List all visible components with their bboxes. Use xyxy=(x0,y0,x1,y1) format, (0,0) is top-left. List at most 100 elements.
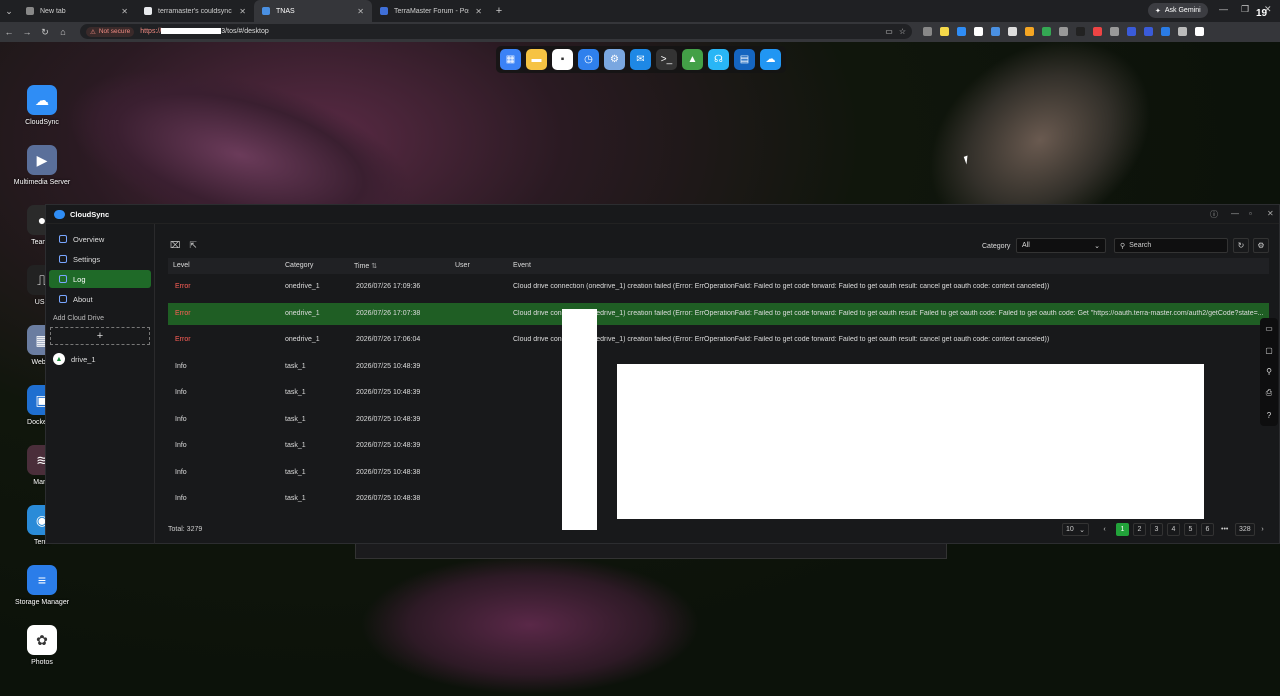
new-tab-button[interactable]: + xyxy=(490,5,508,17)
search-icon[interactable]: ⚲ xyxy=(1266,367,1272,376)
security-badge[interactable]: ⚠ Not secure xyxy=(86,26,135,37)
tab-close-icon[interactable]: ✕ xyxy=(121,7,128,16)
browser-tab[interactable]: New tab ✕ xyxy=(18,0,136,22)
extension-icon[interactable] xyxy=(1144,27,1153,36)
sync-icon[interactable]: ▲ xyxy=(682,49,703,70)
desktop-icon[interactable]: ☁ CloudSync xyxy=(2,85,82,126)
extension-icon[interactable] xyxy=(1178,27,1187,36)
maximize-icon[interactable]: ▫ xyxy=(1249,209,1252,218)
desktop-icon[interactable]: ✿ Photos xyxy=(2,625,82,666)
column-level[interactable]: Level xyxy=(173,262,190,269)
column-event[interactable]: Event xyxy=(513,262,531,269)
bookmark-star-icon[interactable]: ☆ xyxy=(899,27,906,36)
category-select[interactable]: All ⌄ xyxy=(1016,238,1106,253)
tab-menu-icon[interactable]: ⌄ xyxy=(0,6,18,17)
extension-icon[interactable] xyxy=(1042,27,1051,36)
storage-icon[interactable]: ▤ xyxy=(734,49,755,70)
ask-gemini-label: Ask Gemini xyxy=(1164,7,1201,14)
column-time[interactable]: Time ⇅ xyxy=(354,262,377,270)
extension-icon[interactable] xyxy=(1127,27,1136,36)
extension-icon[interactable] xyxy=(1195,27,1204,36)
control-panel-icon[interactable]: ▦ xyxy=(500,49,521,70)
sidebar-item-about[interactable]: About xyxy=(49,290,151,308)
extension-icon[interactable] xyxy=(1025,27,1034,36)
minimize-icon[interactable]: — xyxy=(1231,209,1239,218)
cloudsync-icon: ☁ xyxy=(27,85,57,115)
desktop-icon[interactable]: ≡ Storage Manager xyxy=(2,565,82,606)
notes-icon[interactable]: ▬ xyxy=(526,49,547,70)
extension-icon[interactable] xyxy=(923,27,932,36)
table-row[interactable]: Error onedrive_1 2026/07/26 17:06:04 Cloud … xyxy=(168,329,1269,351)
sidebar-item-settings[interactable]: Settings xyxy=(49,250,151,268)
ask-gemini-button[interactable]: ✦ Ask Gemini xyxy=(1148,3,1208,18)
sidebar-item-log[interactable]: Log xyxy=(49,270,151,288)
log-settings-button[interactable]: ⚙ xyxy=(1253,238,1269,253)
print-icon[interactable]: ⎙ xyxy=(1266,388,1272,398)
about-icon xyxy=(59,295,67,303)
level-cell: Info xyxy=(175,362,187,370)
extension-icon[interactable] xyxy=(957,27,966,36)
help-icon[interactable]: ⓘ xyxy=(1210,209,1218,220)
table-row[interactable]: Error onedrive_1 2026/07/26 17:07:38 Cloud … xyxy=(168,302,1269,325)
window-titlebar[interactable]: CloudSync xyxy=(46,205,1279,224)
page-button[interactable]: 5 xyxy=(1184,523,1197,536)
column-user[interactable]: User xyxy=(455,262,470,269)
sidebar-item-overview[interactable]: Overview xyxy=(49,230,151,248)
browser-tab[interactable]: terramaster's couldsync refuses ✕ xyxy=(136,0,254,22)
restore-browser-icon[interactable]: ❐ xyxy=(1241,4,1249,15)
drive-label: drive_1 xyxy=(71,354,96,364)
mail-icon[interactable]: ✉ xyxy=(630,49,651,70)
page-button[interactable]: 6 xyxy=(1201,523,1214,536)
tab-close-icon[interactable]: ✕ xyxy=(475,7,482,16)
backup-icon[interactable]: ◷ xyxy=(578,49,599,70)
column-time-label: Time xyxy=(354,263,370,270)
extension-icon[interactable] xyxy=(974,27,983,36)
terminal-icon[interactable]: >_ xyxy=(656,49,677,70)
page-button[interactable]: 4 xyxy=(1167,523,1180,536)
address-bar[interactable]: ⚠ Not secure https:// 3/tos/#/desktop ▭ ☆ xyxy=(80,24,912,39)
extension-icon[interactable] xyxy=(1008,27,1017,36)
settings-icon[interactable]: ⚙ xyxy=(604,49,625,70)
close-icon[interactable]: ✕ xyxy=(1267,209,1274,218)
message-icon[interactable]: ▭ xyxy=(1265,324,1273,333)
tab-close-icon[interactable]: ✕ xyxy=(357,7,364,16)
extension-icon[interactable] xyxy=(940,27,949,36)
prev-page-icon[interactable]: ‹ xyxy=(1098,523,1111,536)
back-icon[interactable]: ← xyxy=(0,27,18,37)
tab-close-icon[interactable]: ✕ xyxy=(239,7,246,16)
support-icon[interactable]: ☊ xyxy=(708,49,729,70)
table-row[interactable]: Error onedrive_1 2026/07/26 17:09:36 Cloud … xyxy=(168,276,1269,298)
home-icon[interactable]: ⌂ xyxy=(54,27,72,37)
page-button[interactable]: 3 xyxy=(1150,523,1163,536)
add-cloud-drive-button[interactable]: + xyxy=(50,327,150,345)
reload-icon[interactable]: ↻ xyxy=(36,27,54,38)
forward-icon[interactable]: → xyxy=(18,27,36,37)
clear-log-icon[interactable]: ⌧ xyxy=(170,240,180,251)
browser-tab[interactable]: TerraMaster Forum - Post a new ✕ xyxy=(372,0,490,22)
column-category[interactable]: Category xyxy=(285,262,313,269)
extension-icon[interactable] xyxy=(1059,27,1068,36)
extension-icon[interactable] xyxy=(991,27,1000,36)
page-button[interactable]: 2 xyxy=(1133,523,1146,536)
sidebar-item-drive[interactable]: ▲ drive_1 xyxy=(46,353,154,365)
minimize-browser-icon[interactable]: — xyxy=(1219,4,1228,14)
extension-icon[interactable] xyxy=(1076,27,1085,36)
app-center-icon[interactable]: ▪ xyxy=(552,49,573,70)
tab-title: New tab xyxy=(40,7,66,15)
help-icon[interactable]: ? xyxy=(1267,411,1271,420)
install-app-icon[interactable]: ▭ xyxy=(885,27,893,36)
browser-tab[interactable]: TNAS ✕ xyxy=(254,0,372,22)
cloudsync-icon[interactable]: ☁ xyxy=(760,49,781,70)
chat-icon[interactable]: ▢ xyxy=(1265,346,1273,355)
search-input[interactable]: ⚲ Search xyxy=(1114,238,1228,253)
extension-icon[interactable] xyxy=(1110,27,1119,36)
export-log-icon[interactable]: ⇱ xyxy=(189,240,197,251)
page-button[interactable]: 1 xyxy=(1116,523,1129,536)
next-page-icon[interactable]: › xyxy=(1256,523,1269,536)
page-button[interactable]: 328 xyxy=(1235,523,1255,536)
page-size-select[interactable]: 10 ⌄ xyxy=(1062,523,1089,536)
extension-icon[interactable] xyxy=(1161,27,1170,36)
refresh-button[interactable]: ↻ xyxy=(1233,238,1249,253)
desktop-icon[interactable]: ▶ Multimedia Server xyxy=(2,145,82,186)
extension-icon[interactable] xyxy=(1093,27,1102,36)
